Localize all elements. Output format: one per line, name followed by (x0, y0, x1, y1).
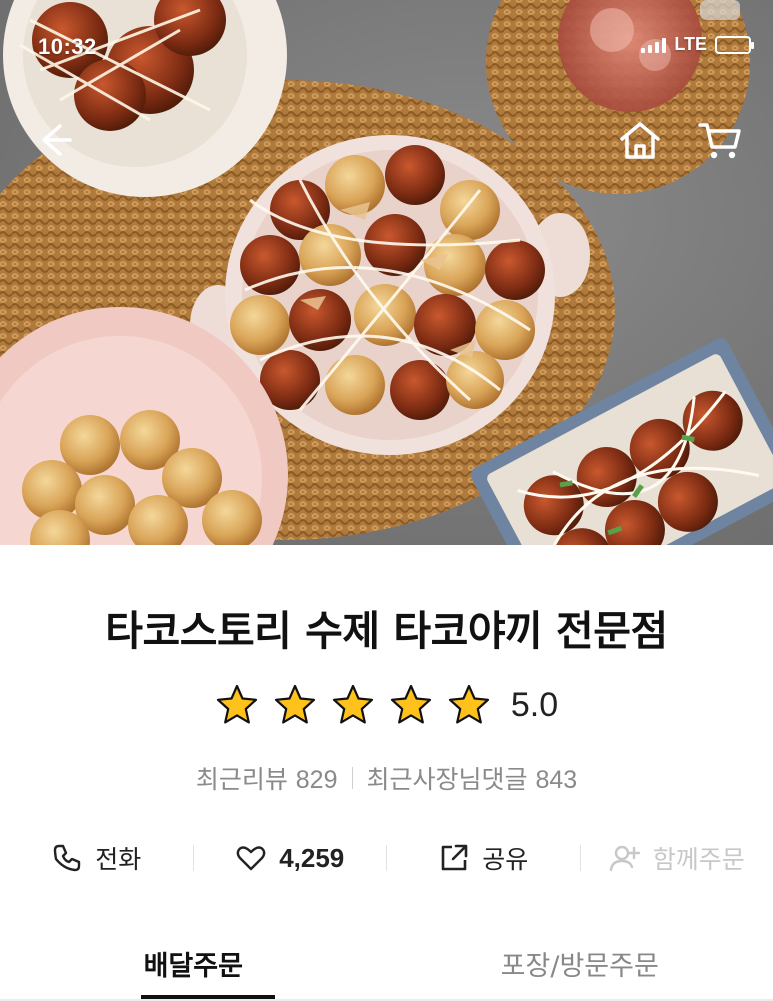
home-button[interactable] (616, 117, 664, 165)
share-label: 공유 (482, 845, 529, 874)
call-button[interactable]: 전화 (0, 835, 193, 881)
like-count: 4,259 (279, 842, 345, 873)
store-name: 타코스토리 수제 타코야끼 전문점 (105, 607, 668, 655)
group-order-button[interactable]: 함께주문 (581, 835, 773, 881)
star-icon (274, 684, 315, 724)
battery-icon (715, 35, 754, 54)
star-icon (332, 684, 373, 724)
review-summary[interactable]: 최근리뷰 829 최근사장님댓글 843 (0, 760, 773, 796)
owner-replies-label: 최근사장님댓글 (366, 765, 528, 794)
group-order-label: 함께주문 (652, 845, 745, 874)
rating-stars (215, 683, 491, 727)
status-indicators: LTE (641, 34, 754, 55)
owner-replies[interactable]: 최근사장님댓글 843 (367, 760, 578, 796)
arrow-left-icon (42, 124, 72, 156)
tab-delivery-order-label: 배달주문 (143, 950, 243, 982)
call-label: 전화 (95, 845, 142, 874)
tab-pickup-order-label: 포장/방문주문 (500, 950, 659, 982)
food-photo-illustration (0, 0, 773, 545)
like-button[interactable]: 4,259 (194, 835, 387, 881)
divider (351, 767, 353, 789)
signal-icon (641, 37, 667, 53)
recent-reviews[interactable]: 최근리뷰 829 (196, 760, 338, 796)
add-user-icon (609, 845, 640, 872)
status-time: 10:32 (38, 34, 97, 59)
recent-reviews-label: 최근리뷰 (195, 765, 288, 794)
share-button[interactable]: 공유 (387, 835, 580, 881)
home-icon (620, 122, 660, 159)
order-type-tabs: 배달주문 포장/방문주문 (0, 925, 773, 1001)
network-type: LTE (674, 34, 707, 54)
store-hero-photo: 10:32 LTE (0, 0, 773, 545)
rating-row: 5.0 (0, 683, 773, 727)
store-actions: 전화 4,259 공유 함께주문 (0, 835, 773, 881)
rating-value: 5.0 (510, 685, 559, 724)
owner-replies-count: 843 (535, 766, 578, 794)
cart-icon (698, 123, 741, 159)
cart-button[interactable] (696, 117, 744, 165)
share-icon (441, 844, 468, 871)
store-info-section: 타코스토리 수제 타코야끼 전문점 5.0 최근리뷰 829 최근사장님댓글 8… (0, 545, 773, 1001)
phone-icon (54, 844, 81, 872)
tab-pickup-order[interactable]: 포장/방문주문 (387, 925, 773, 1001)
heart-icon (236, 846, 266, 871)
back-button[interactable] (30, 118, 74, 162)
star-icon (390, 684, 431, 724)
recent-reviews-count: 829 (295, 766, 338, 794)
tab-delivery-order[interactable]: 배달주문 (0, 925, 387, 1001)
star-icon (216, 684, 257, 724)
star-icon (448, 684, 489, 724)
